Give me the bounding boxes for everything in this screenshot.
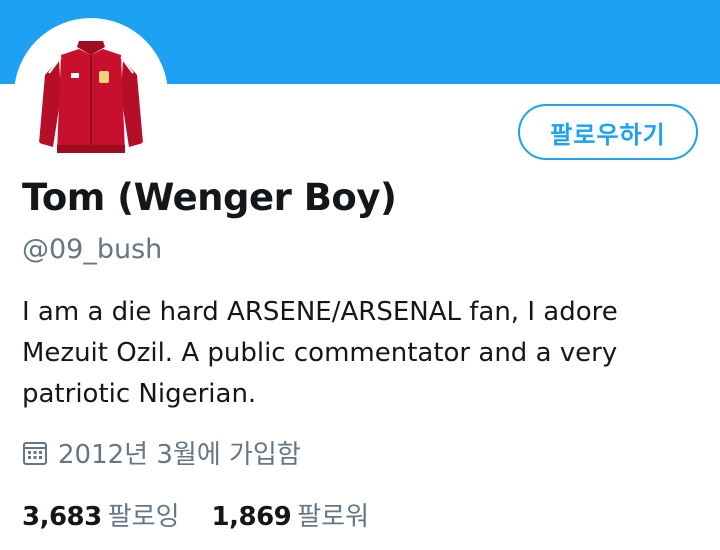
- avatar[interactable]: [21, 25, 161, 165]
- jacket-avatar-image: [21, 25, 161, 165]
- followers-label: 팔로워: [297, 502, 370, 532]
- followers-stat[interactable]: 1,869 팔로워: [212, 496, 370, 533]
- following-count: 3,683: [22, 502, 102, 532]
- calendar-icon: [22, 440, 48, 466]
- follow-stats: 3,683 팔로잉 1,869 팔로워: [22, 496, 369, 533]
- follow-button[interactable]: 팔로우하기: [518, 104, 698, 160]
- following-stat[interactable]: 3,683 팔로잉: [22, 496, 180, 533]
- user-handle: @09_bush: [22, 234, 163, 265]
- display-name: Tom (Wenger Boy): [22, 176, 397, 219]
- join-date: 2012년 3월에 가입함: [22, 434, 301, 471]
- join-date-text: 2012년 3월에 가입함: [58, 440, 301, 470]
- following-label: 팔로잉: [107, 502, 180, 532]
- followers-count: 1,869: [211, 502, 292, 532]
- profile-bio: I am a die hard ARSENE/ARSENAL fan, I ad…: [22, 297, 618, 409]
